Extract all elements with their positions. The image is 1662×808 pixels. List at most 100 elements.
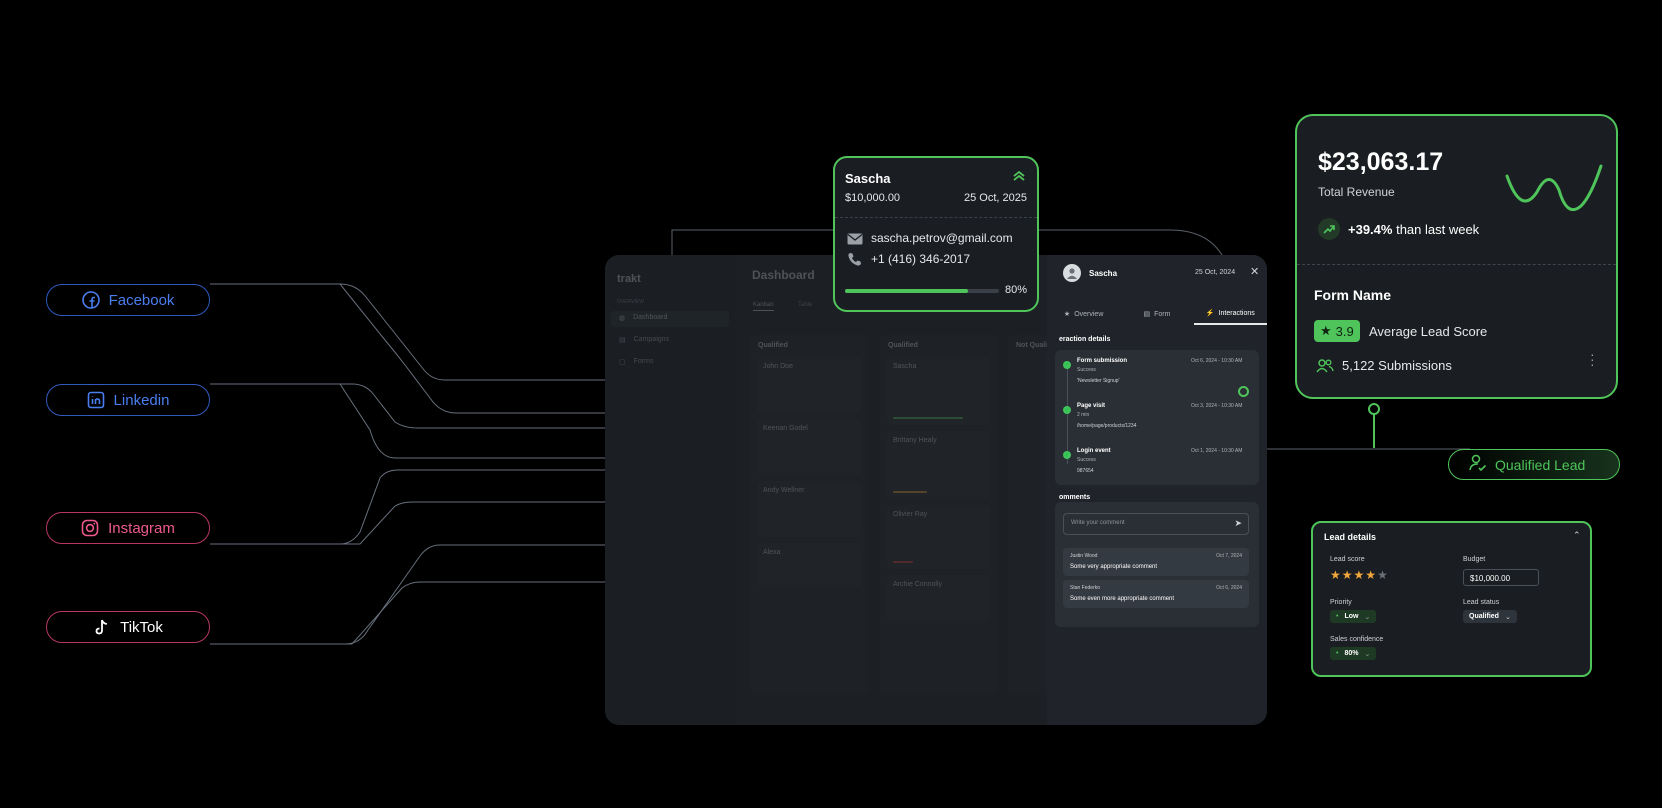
- chevron-up-icon[interactable]: [1012, 169, 1026, 188]
- revenue-change: +39.4%: [1348, 222, 1393, 237]
- priority-label: Priority: [1330, 599, 1352, 606]
- lead-progress-label: 80%: [1004, 284, 1027, 296]
- lead-score-stars[interactable]: ★★★★★: [1330, 568, 1389, 582]
- score-badge: ★ 3.9: [1314, 320, 1360, 342]
- interaction-list: ✓ Form submission Success 'Newsletter Si…: [1055, 350, 1259, 485]
- tab-form[interactable]: ▤ Form: [1120, 303, 1193, 325]
- chevron-down-icon: ⌄: [1364, 613, 1371, 621]
- chevron-up-icon[interactable]: ⌃: [1573, 530, 1581, 541]
- tab-overview[interactable]: ★ Overview: [1047, 303, 1120, 325]
- budget-input[interactable]: $10,000.00: [1463, 569, 1539, 586]
- revenue-change-suffix: than last week: [1396, 222, 1480, 237]
- check-icon: ✓: [1063, 361, 1071, 369]
- lead-popup-card[interactable]: Sascha $10,000.00 25 Oct, 2025 sascha.pe…: [833, 156, 1039, 312]
- lead-progress-fill: [845, 289, 969, 293]
- kanban-column: Qualified Sascha Brittany Healy Olivier …: [880, 335, 998, 695]
- star-icon: ★: [1063, 311, 1071, 318]
- user-check-icon: [1469, 454, 1487, 475]
- comment-input[interactable]: Write your comment ➤: [1063, 513, 1249, 535]
- trend-up-icon: [1318, 218, 1340, 240]
- panel-lead-name: Sascha: [1089, 269, 1118, 278]
- score-label: Average Lead Score: [1369, 324, 1488, 339]
- tab-interactions[interactable]: ⚡ Interactions: [1193, 303, 1267, 325]
- lead-amount: $10,000.00: [845, 192, 901, 204]
- lightning-icon: ⚡: [1205, 310, 1215, 317]
- confidence-dot-icon: •: [1336, 650, 1339, 657]
- sidebar-item-campaigns[interactable]: ▤ Campaigns: [619, 336, 669, 344]
- avatar: [1063, 264, 1081, 282]
- sidebar-item-dashboard[interactable]: ◍ Dashboard: [619, 314, 667, 322]
- close-icon[interactable]: ✕: [1250, 265, 1259, 278]
- status-ring-icon: [1238, 386, 1249, 397]
- check-icon: ✓: [1063, 406, 1071, 414]
- lead-details-card: Lead details ⌃ Lead score ★★★★★ Budget $…: [1311, 521, 1592, 677]
- star-icon: ★: [1320, 323, 1332, 338]
- lead-card[interactable]: Archie Connolly: [887, 575, 991, 621]
- source-label: Facebook: [108, 291, 175, 309]
- more-vertical-icon[interactable]: · · ·: [1590, 347, 1595, 371]
- star-icon[interactable]: ★: [1377, 568, 1389, 582]
- source-label: TikTok: [120, 618, 163, 636]
- star-icon[interactable]: ★: [1330, 568, 1342, 582]
- chevron-down-icon: ⌄: [1364, 650, 1371, 658]
- linkedin-icon: [87, 391, 105, 409]
- sales-confidence-label: Sales confidence: [1330, 636, 1384, 643]
- tiktok-icon: [93, 618, 111, 636]
- sidebar-section-label: OVERVIEW: [617, 299, 644, 305]
- revenue-card: $23,063.17 Total Revenue +39.4% than las…: [1295, 114, 1618, 399]
- kanban-column: Qualified John Doe Keenan Godel Andy Wel…: [750, 335, 868, 695]
- lead-phone[interactable]: +1 (416) 346-2017: [871, 252, 970, 266]
- submissions-count: 5,122 Submissions: [1342, 358, 1452, 373]
- form-name: Form Name: [1314, 287, 1392, 303]
- instagram-icon: [81, 519, 99, 537]
- lead-card[interactable]: Brittany Healy: [887, 431, 991, 499]
- lead-name: Sascha: [845, 171, 891, 186]
- source-pill-linkedin[interactable]: Linkedin: [46, 384, 210, 416]
- tab-kanban[interactable]: Kanban: [753, 302, 774, 311]
- lead-details-title: Lead details: [1324, 532, 1377, 542]
- comments-heading: omments: [1059, 494, 1091, 501]
- qualified-lead-tag: Qualified Lead: [1448, 449, 1620, 480]
- sales-confidence-select[interactable]: • 80% ⌄: [1330, 647, 1377, 660]
- panel-date: 25 Oct, 2024: [1195, 269, 1236, 276]
- lead-date: 25 Oct, 2025: [964, 192, 1027, 204]
- priority-select[interactable]: • Low ⌄: [1330, 610, 1377, 623]
- total-revenue-amount: $23,063.17: [1318, 148, 1444, 176]
- app-logo: trakt: [617, 273, 641, 285]
- lead-card[interactable]: Olivier Ray: [887, 505, 991, 569]
- source-label: Linkedin: [113, 391, 170, 409]
- lead-card[interactable]: Alexa: [757, 543, 861, 587]
- star-icon[interactable]: ★: [1342, 568, 1354, 582]
- star-icon[interactable]: ★: [1354, 568, 1366, 582]
- send-icon[interactable]: ➤: [1234, 518, 1242, 529]
- source-pill-tiktok[interactable]: TikTok: [46, 611, 210, 643]
- tab-table[interactable]: Table: [798, 302, 812, 308]
- page-title: Dashboard: [752, 268, 815, 282]
- chevron-down-icon: ⌄: [1504, 613, 1511, 621]
- lead-status-select[interactable]: Qualified ⌄: [1463, 610, 1517, 623]
- revenue-sparkline: [1505, 164, 1603, 211]
- lead-status-label: Lead status: [1463, 599, 1500, 606]
- mail-icon: [847, 232, 863, 250]
- lead-card[interactable]: Keenan Godel: [757, 419, 861, 475]
- lead-card[interactable]: Andy Wellner: [757, 481, 861, 537]
- lead-card[interactable]: Sascha: [887, 357, 991, 425]
- lead-score-label: Lead score: [1330, 556, 1365, 563]
- facebook-icon: [81, 291, 100, 309]
- total-revenue-label: Total Revenue: [1318, 185, 1395, 199]
- form-icon: ▤: [1143, 311, 1151, 318]
- source-pill-facebook[interactable]: Facebook: [46, 284, 210, 316]
- source-pill-instagram[interactable]: Instagram: [46, 512, 210, 544]
- source-label: Instagram: [108, 519, 175, 537]
- sidebar: trakt OVERVIEW ◍ Dashboard ▤ Campaigns ▢ Fo…: [605, 255, 735, 725]
- lead-detail-panel: Sascha 25 Oct, 2024 ✕ ★ Overview ▤ Form ⚡ I…: [1047, 255, 1267, 725]
- form-icon: ▢: [619, 359, 626, 366]
- dashboard-icon: ◍: [619, 315, 626, 322]
- sidebar-item-forms[interactable]: ▢ Forms: [619, 358, 653, 366]
- lead-email[interactable]: sascha.petrov@gmail.com: [871, 231, 1013, 245]
- comment-item: Justin Wood Oct 7, 2024 Some very approp…: [1063, 548, 1249, 576]
- priority-dot-icon: •: [1336, 613, 1339, 620]
- star-icon[interactable]: ★: [1365, 568, 1377, 582]
- comment-item: Stan Federko Oct 6, 2024 Some even more …: [1063, 580, 1249, 608]
- lead-card[interactable]: John Doe: [757, 357, 861, 413]
